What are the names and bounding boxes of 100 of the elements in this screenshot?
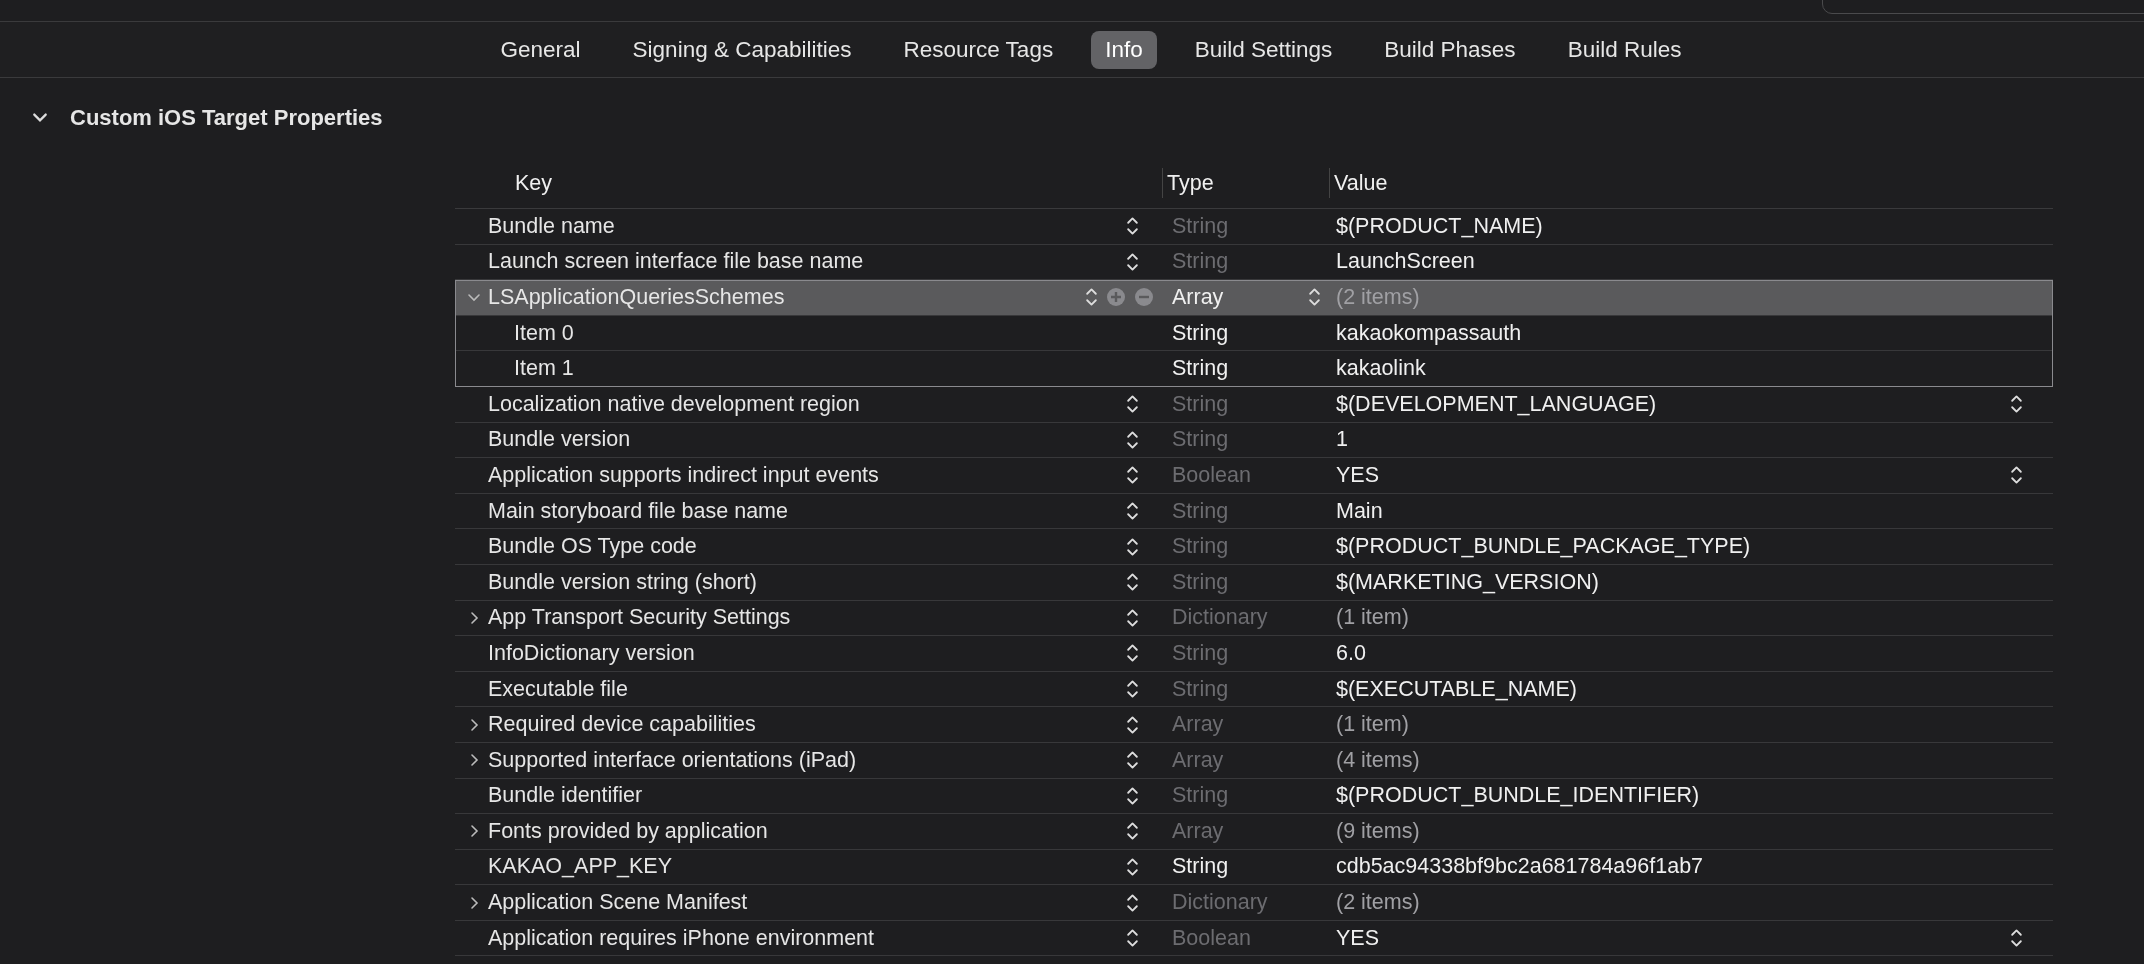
stepper-icon[interactable] (1126, 678, 1139, 700)
table-row[interactable]: Item 1 String kakaolink (455, 351, 2053, 387)
key-text: Executable file (488, 676, 629, 702)
type-text: Array (1172, 285, 1225, 310)
stepper-icon[interactable] (1126, 891, 1139, 914)
table-row[interactable]: Supported interface orientations (iPad) Array (4 items) (455, 742, 2053, 779)
stepper-icon[interactable] (1126, 856, 1139, 878)
key-text: Bundle name (488, 213, 616, 239)
type-text: Array (1172, 747, 1225, 773)
value-text: $(MARKETING_VERSION) (1336, 569, 1600, 595)
key-text: Application supports indirect input events (488, 462, 880, 488)
table-row[interactable]: Bundle identifier String $(PRODUCT_BUNDLE_IDENTIFIER) (455, 778, 2053, 815)
value-text: (1 item) (1336, 605, 1410, 631)
stepper-icon[interactable] (1126, 642, 1139, 665)
stepper-icon[interactable] (1126, 820, 1139, 843)
section-title: Custom iOS Target Properties (70, 105, 383, 131)
table-row[interactable]: Application Scene Manifest Dictionary (2 items) (455, 885, 2053, 921)
stepper-icon[interactable] (2010, 393, 2023, 416)
type-text: String (1172, 249, 1230, 275)
table-row[interactable]: Item 0 String kakaokompassauth (455, 315, 2053, 352)
column-header[interactable]: Type (1162, 168, 1329, 198)
type-text: String (1172, 356, 1230, 382)
table-row[interactable]: Application requires iPhone environment Boolean YES (455, 920, 2053, 957)
table-row[interactable]: Required device capabilities Array (1 item) (455, 707, 2053, 743)
chevron-icon[interactable] (468, 717, 479, 732)
key-text: LSApplicationQueriesSchemes (488, 285, 786, 310)
key-text: Required device capabilities (488, 712, 757, 738)
key-text: KAKAO_APP_KEY (488, 854, 674, 880)
stepper-icon[interactable] (1126, 393, 1139, 416)
value-text: (2 items) (1336, 890, 1421, 916)
tab[interactable]: Info (1091, 30, 1157, 69)
stepper-icon[interactable] (1126, 464, 1139, 487)
type-text: Dictionary (1172, 605, 1269, 631)
stepper-icon[interactable] (1126, 571, 1139, 594)
value-text: (1 item) (1336, 712, 1410, 738)
value-text: YES (1336, 925, 1381, 951)
value-text: $(PRODUCT_NAME) (1336, 213, 1544, 239)
key-text: Bundle identifier (488, 783, 644, 809)
type-text: String (1172, 534, 1230, 560)
column-header[interactable]: Value (1329, 168, 1388, 198)
table-row[interactable]: Executable file String $(EXECUTABLE_NAME) (455, 671, 2053, 708)
type-text: String (1172, 320, 1230, 346)
type-text: String (1172, 640, 1230, 666)
tab[interactable]: Build Phases (1370, 30, 1530, 69)
table-row[interactable]: App Transport Security Settings Dictionary (1 item) (455, 600, 2053, 637)
table-row[interactable]: Bundle version String 1 (455, 422, 2053, 459)
value-text: cdb5ac94338bf9bc2a681784a96f1ab7 (1336, 854, 1705, 880)
stepper-icon[interactable] (1126, 215, 1139, 238)
type-text: String (1172, 213, 1230, 239)
table-row[interactable]: Application supports indirect input events Boolean YES (455, 458, 2053, 494)
key-text: Bundle version (488, 427, 632, 453)
value-text: YES (1336, 462, 1381, 488)
stepper-icon[interactable] (1126, 428, 1139, 451)
key-text: Main storyboard file base name (488, 498, 789, 524)
table-row[interactable]: InfoDictionary version String 6.0 (455, 636, 2053, 672)
stepper-icon[interactable] (1126, 784, 1139, 807)
table-row[interactable]: Fonts provided by application Array (9 items) (455, 814, 2053, 850)
type-text: String (1172, 783, 1230, 809)
tab[interactable]: Build Rules (1553, 30, 1696, 69)
table-row[interactable]: Bundle name String $(PRODUCT_NAME) (455, 209, 2053, 245)
stepper-icon[interactable] (1126, 535, 1139, 558)
value-text: (4 items) (1336, 747, 1421, 773)
column-header[interactable]: Key (455, 170, 1162, 196)
stepper-icon[interactable] (1126, 500, 1139, 523)
tab[interactable]: General (486, 30, 595, 69)
table-row[interactable]: Localization native development region String $(DEVELOPMENT_LANGUAGE) (455, 386, 2053, 423)
chevron-icon[interactable] (468, 610, 479, 625)
key-text: Localization native development region (488, 391, 861, 417)
stepper-icon[interactable] (2010, 464, 2023, 487)
table-row[interactable]: Bundle version string (short) String $(MARKETING_VERSION) (455, 564, 2053, 601)
tab[interactable]: Resource Tags (889, 30, 1068, 69)
stepper-icon[interactable] (2010, 927, 2023, 950)
stepper-icon[interactable] (1126, 713, 1139, 736)
stepper-icon[interactable] (1126, 250, 1139, 273)
chevron-icon[interactable] (468, 753, 479, 768)
type-text: String (1172, 676, 1230, 702)
key-text: Item 1 (514, 356, 575, 382)
type-text: String (1172, 427, 1230, 453)
stepper-icon[interactable] (1126, 927, 1139, 950)
table-row[interactable]: KAKAO_APP_KEY String cdb5ac94338bf9bc2a681784a96f1ab7 (455, 849, 2053, 886)
tab[interactable]: Signing & Capabilities (618, 30, 866, 69)
value-text: (9 items) (1336, 818, 1421, 844)
table-row[interactable]: Main storyboard file base name String Main (455, 493, 2053, 530)
chevron-icon[interactable] (32, 112, 48, 124)
type-text: Boolean (1172, 925, 1252, 951)
value-text: $(DEVELOPMENT_LANGUAGE) (1336, 391, 1658, 417)
tab[interactable]: Build Settings (1180, 30, 1347, 69)
table-row[interactable]: Launch screen interface file base name String LaunchScreen (455, 244, 2053, 281)
table-row[interactable]: Bundle OS Type code String $(PRODUCT_BUNDLE_PACKAGE_TYPE) (455, 529, 2053, 565)
key-text: Item 0 (514, 320, 575, 346)
type-text: String (1172, 569, 1230, 595)
type-text: Boolean (1172, 462, 1252, 488)
stepper-icon[interactable] (1126, 749, 1139, 772)
value-text: (2 items) (1336, 285, 1421, 310)
value-text: $(EXECUTABLE_NAME) (1336, 676, 1578, 702)
stepper-icon[interactable] (1126, 606, 1139, 629)
chevron-icon[interactable] (468, 895, 479, 910)
key-text: Bundle version string (short) (488, 569, 758, 595)
chevron-icon[interactable] (468, 824, 479, 839)
key-text: Bundle OS Type code (488, 534, 698, 560)
